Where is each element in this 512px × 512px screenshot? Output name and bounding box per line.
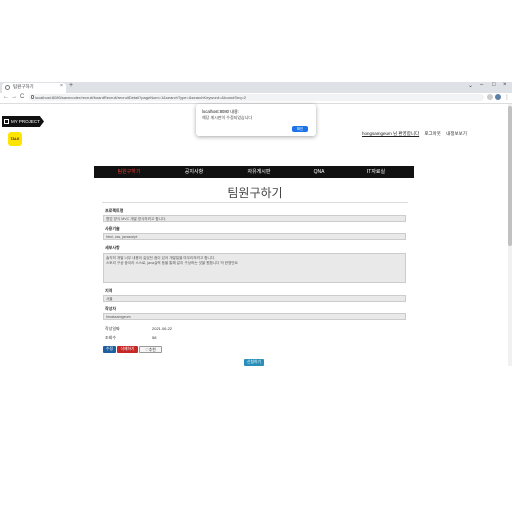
delete-button[interactable]: 삭제하기 <box>117 346 138 353</box>
nav-item-it-library[interactable]: IT자료실 <box>351 166 401 178</box>
date-value: 2021.06.22 <box>152 326 173 331</box>
page-viewport: MY PROJECT TALK hongsamgeum 님 환영합니다 로그아웃… <box>0 104 510 366</box>
tech-field[interactable]: html, css, javascript <box>103 233 406 240</box>
info-icon[interactable] <box>31 95 34 99</box>
extension-icon[interactable] <box>487 94 493 100</box>
alert-dialog: localhost:8080 내용: 해당 게시판이 수정되었습니다 확인 <box>196 104 316 136</box>
project-name-field[interactable]: 협업 방식 MVC 개발 방식하려고 합니다. <box>103 215 406 222</box>
tab-active[interactable]: 팀원구하기 × <box>2 83 66 93</box>
divider <box>102 202 408 203</box>
globe-icon <box>5 85 10 90</box>
scrollbar-thumb[interactable] <box>508 106 512 246</box>
writer-field[interactable]: hmaksamgeum <box>103 313 406 320</box>
profile-avatar[interactable] <box>495 94 501 100</box>
region-label: 지역 <box>105 288 113 293</box>
tab-search-icon[interactable]: ⌄ <box>468 82 473 89</box>
my-project-label: MY PROJECT <box>11 119 40 124</box>
nav-item-free-board[interactable]: 자유게시판 <box>234 166 284 178</box>
views-label: 조회수 <box>105 335 117 340</box>
menu-icon[interactable]: ⋮ <box>504 94 510 101</box>
forward-button[interactable]: → <box>11 94 17 100</box>
dialog-message: 해당 게시판이 수정되었습니다 <box>202 115 253 120</box>
mypage-link[interactable]: 내정보보기 <box>446 131 467 136</box>
dialog-ok-button[interactable]: 확인 <box>292 126 308 132</box>
user-links: hongsamgeum 님 환영합니다 로그아웃 내정보보기 <box>362 131 471 137</box>
date-label: 작성일짜 <box>105 326 120 331</box>
reload-button[interactable]: C <box>20 94 24 100</box>
detail-line-2: 스토리 구상 중이라 스스로, java실력 등을 통해 같이 구상하는 것을 … <box>106 261 238 265</box>
apply-button[interactable]: 신청하기 <box>244 359 264 366</box>
browser-window: 팀원구하기 × + ⌄ – □ × ← → C localhost:8080/s… <box>0 82 512 366</box>
nav-item-qna[interactable]: QNA <box>294 166 344 178</box>
project-name-label: 프로젝트명 <box>105 208 124 213</box>
tech-label: 사용기술 <box>105 226 120 231</box>
detail-textarea[interactable]: 솔직히 개발 너무 내용이 길었던 점이 있어 개발일을 마무리하려고 합니다.… <box>103 253 406 283</box>
new-tab-button[interactable]: + <box>69 82 73 89</box>
kakao-talk-icon[interactable]: TALK <box>8 132 22 146</box>
region-field[interactable]: 서울 <box>103 295 406 302</box>
nav-item-recruit[interactable]: 팀원구하기 <box>104 166 154 178</box>
detail-label: 세부사항 <box>105 245 120 250</box>
url-input[interactable]: localhost:8080/savecoder/recruit/boardRe… <box>29 94 484 101</box>
back-button[interactable]: ← <box>3 94 9 100</box>
address-bar: ← → C localhost:8080/savecoder/recruit/b… <box>0 93 512 104</box>
minimize-button[interactable]: – <box>480 82 483 88</box>
views-value: 58 <box>152 335 157 340</box>
project-icon <box>4 119 9 124</box>
tab-bar: 팀원구하기 × + ⌄ – □ × <box>0 82 512 93</box>
edit-button[interactable]: 수정 <box>103 346 116 353</box>
writer-label: 작성자 <box>105 306 117 311</box>
like-button[interactable]: ♡추천 <box>139 346 162 353</box>
main-navbar: 팀원구하기 공지사항 자유게시판 QNA IT자료실 <box>94 166 414 178</box>
page-title: 팀원구하기 <box>227 186 283 200</box>
logout-link[interactable]: 로그아웃 <box>424 131 441 136</box>
my-project-badge[interactable]: MY PROJECT <box>2 116 44 127</box>
window-close-button[interactable]: × <box>503 82 507 88</box>
tab-title: 팀원구하기 <box>13 84 34 89</box>
nav-item-notice[interactable]: 공지사항 <box>169 166 219 178</box>
url-text: localhost:8080/savecoder/recruit/boardRe… <box>35 95 247 100</box>
user-greeting-link[interactable]: hongsamgeum 님 환영합니다 <box>362 131 419 136</box>
maximize-button[interactable]: □ <box>492 82 496 88</box>
close-icon[interactable]: × <box>60 83 63 89</box>
